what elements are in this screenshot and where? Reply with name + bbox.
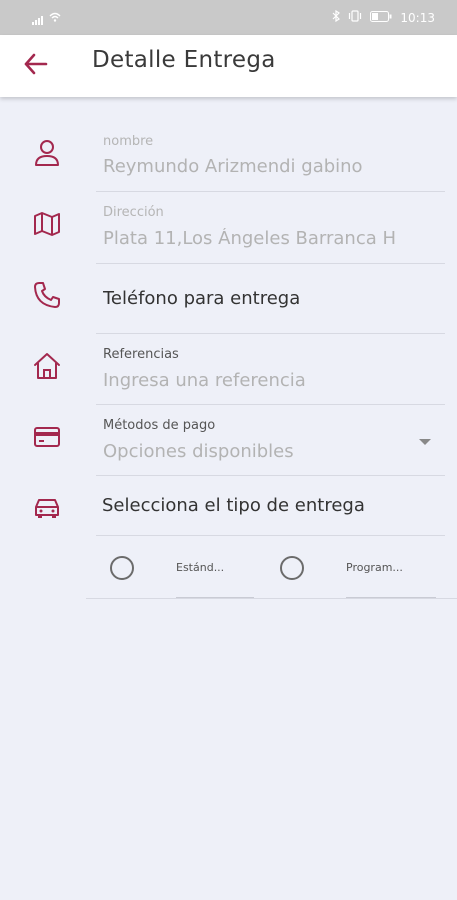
- direccion-row: Dirección Plata 11,Los Ángeles Barranca …: [0, 192, 457, 264]
- status-right: 10:13: [332, 9, 435, 25]
- telefono-placeholder: Teléfono para entrega: [103, 288, 301, 309]
- signal-icon: [32, 15, 43, 25]
- referencias-placeholder: Ingresa una referencia: [103, 370, 306, 391]
- person-icon: [32, 138, 62, 168]
- metodos-pago-placeholder: Opciones disponibles: [103, 441, 294, 462]
- radio-estandar-label: Estánd...: [176, 561, 225, 574]
- direccion-value: Plata 11,Los Ángeles Barranca H: [103, 228, 397, 249]
- bluetooth-icon: [332, 9, 341, 25]
- radio-estandar[interactable]: [110, 556, 134, 580]
- radio-programado-label: Program...: [346, 561, 403, 574]
- referencias-label: Referencias: [103, 347, 179, 362]
- tipo-entrega-section: Selecciona el tipo de entrega Estánd... …: [0, 476, 457, 600]
- direccion-field[interactable]: Dirección Plata 11,Los Ángeles Barranca …: [96, 192, 445, 264]
- telefono-row: Teléfono para entrega: [0, 264, 457, 334]
- arrow-left-icon: [24, 53, 48, 75]
- back-button[interactable]: [22, 50, 50, 78]
- tipo-entrega-label: Selecciona el tipo de entrega: [102, 495, 365, 516]
- metodos-pago-row: Métodos de pago Opciones disponibles: [0, 405, 457, 476]
- metodos-pago-label: Métodos de pago: [103, 418, 216, 433]
- page-title: Detalle Entrega: [92, 47, 276, 73]
- metodos-pago-select[interactable]: Métodos de pago Opciones disponibles: [96, 405, 445, 476]
- battery-icon: [370, 10, 392, 25]
- vibrate-icon: [348, 10, 362, 25]
- radio-programado[interactable]: [280, 556, 304, 580]
- nombre-row: nombre Reymundo Arizmendi gabino: [0, 122, 457, 192]
- telefono-field[interactable]: Teléfono para entrega: [96, 264, 445, 334]
- home-icon: [32, 351, 62, 381]
- nombre-value: Reymundo Arizmendi gabino: [103, 156, 363, 177]
- app-bar: Detalle Entrega: [0, 35, 457, 97]
- referencias-row: Referencias Ingresa una referencia: [0, 334, 457, 405]
- chevron-down-icon: [419, 439, 431, 445]
- nombre-field[interactable]: nombre Reymundo Arizmendi gabino: [96, 122, 445, 192]
- status-time: 10:13: [400, 10, 435, 25]
- section-divider: [86, 598, 457, 599]
- referencias-field[interactable]: Referencias Ingresa una referencia: [96, 334, 445, 405]
- tipo-entrega-header: Selecciona el tipo de entrega: [96, 476, 445, 536]
- status-left: [32, 11, 61, 25]
- direccion-label: Dirección: [103, 205, 164, 220]
- credit-card-icon: [32, 422, 62, 452]
- car-icon: [32, 492, 62, 522]
- map-icon: [32, 209, 62, 239]
- phone-icon: [32, 280, 62, 310]
- nombre-label: nombre: [103, 134, 154, 149]
- status-bar: 10:13: [0, 0, 457, 35]
- wifi-icon: [49, 11, 61, 25]
